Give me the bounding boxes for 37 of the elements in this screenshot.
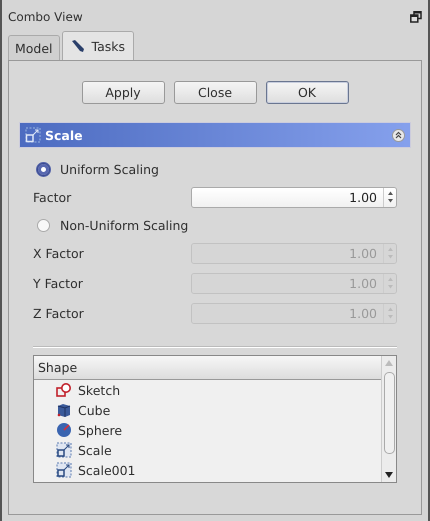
float-icon[interactable]	[410, 11, 422, 23]
pencil-icon	[70, 39, 85, 53]
list-item[interactable]: Scale	[78, 442, 112, 458]
tab[interactable]: Model	[8, 35, 60, 60]
scale-icon	[25, 127, 41, 143]
radio-label: Uniform Scaling	[60, 162, 159, 176]
radio-label: Non-Uniform Scaling	[60, 218, 188, 232]
cube-icon	[56, 402, 72, 418]
field-label: Y Factor	[33, 276, 84, 290]
scroll-down-icon[interactable]	[385, 472, 393, 478]
spin-box: 1.00	[191, 272, 397, 294]
tab[interactable]: Tasks	[62, 31, 134, 60]
collapse-icon[interactable]	[392, 128, 405, 142]
sphere-icon	[56, 422, 72, 438]
column-header[interactable]: Shape	[34, 356, 381, 380]
scrollbar[interactable]	[381, 356, 396, 482]
button[interactable]: OK	[266, 81, 348, 104]
field-label: X Factor	[33, 246, 85, 260]
spin-box: 1.00	[191, 302, 397, 324]
button[interactable]: Apply	[82, 81, 164, 104]
spin-box: 1.00	[191, 242, 397, 264]
list-item[interactable]: Scale001	[78, 462, 136, 478]
scale-icon	[56, 442, 72, 458]
window-title: Combo View	[8, 10, 83, 24]
sketch-icon	[56, 382, 72, 398]
section-header[interactable]: Scale	[19, 122, 411, 148]
section-title: Scale	[45, 128, 84, 142]
field-label: Z Factor	[33, 306, 85, 320]
radio-button[interactable]	[37, 162, 50, 176]
list-item[interactable]: Cube	[78, 402, 110, 418]
button[interactable]: Close	[174, 81, 256, 104]
radio-button[interactable]	[37, 218, 50, 232]
list-item[interactable]: Sphere	[78, 422, 122, 438]
field-label: Factor	[33, 190, 72, 204]
scale-icon	[56, 462, 72, 478]
spin-box[interactable]: 1.00	[191, 186, 397, 208]
list-item[interactable]: Sketch	[78, 382, 120, 398]
